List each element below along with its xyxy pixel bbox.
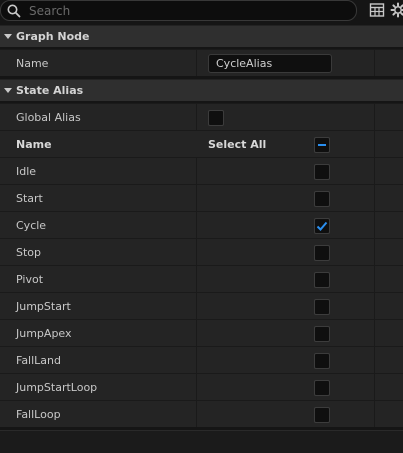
state-row: FallLoop [0, 400, 403, 427]
state-checkbox[interactable] [314, 380, 330, 396]
property-row-global-alias: Global Alias [0, 103, 403, 130]
column-divider [374, 401, 375, 427]
state-row: Pivot [0, 265, 403, 292]
column-divider [374, 158, 375, 184]
state-checkbox[interactable] [314, 353, 330, 369]
select-all-checkbox[interactable] [314, 137, 330, 153]
column-divider[interactable] [196, 293, 197, 319]
checkmark-icon [316, 221, 328, 231]
state-row: FallLand [0, 346, 403, 373]
column-divider[interactable] [196, 185, 197, 211]
state-name-label: FallLand [16, 354, 61, 367]
property-row-name: Name [0, 49, 403, 76]
category-title: State Alias [16, 84, 84, 97]
state-checkbox[interactable] [314, 245, 330, 261]
state-list-header: Name Select All [0, 130, 403, 157]
name-column-header: Name [16, 138, 52, 151]
state-row: JumpStartLoop [0, 373, 403, 400]
column-divider [374, 212, 375, 238]
state-checkbox[interactable] [314, 326, 330, 342]
column-divider [374, 347, 375, 373]
column-divider[interactable] [196, 212, 197, 238]
state-name-label: Pivot [16, 273, 44, 286]
category-graph-node[interactable]: Graph Node [0, 25, 403, 47]
column-divider [374, 374, 375, 400]
state-checkbox[interactable] [314, 191, 330, 207]
column-divider [374, 104, 375, 130]
column-divider[interactable] [196, 239, 197, 265]
state-name-label: JumpStartLoop [16, 381, 98, 394]
state-row: Stop [0, 238, 403, 265]
state-checkbox[interactable] [314, 407, 330, 423]
column-divider [374, 320, 375, 346]
state-name-label: Start [16, 192, 43, 205]
column-divider[interactable] [196, 401, 197, 427]
state-name-label: Stop [16, 246, 42, 259]
column-divider[interactable] [196, 158, 197, 184]
select-all-label: Select All [208, 138, 267, 151]
column-divider [374, 50, 375, 76]
state-row: Start [0, 184, 403, 211]
column-divider[interactable] [196, 266, 197, 292]
column-divider[interactable] [196, 374, 197, 400]
state-name-label: JumpApex [16, 327, 72, 340]
category-state-alias[interactable]: State Alias [0, 79, 403, 101]
column-divider[interactable] [196, 104, 197, 130]
details-panel: Graph Node Name State Alias Global Alias… [0, 0, 403, 453]
state-name-label: Cycle [16, 219, 47, 232]
panel-footer [0, 430, 403, 453]
column-divider [374, 131, 375, 157]
state-checkbox[interactable] [314, 164, 330, 180]
global-alias-checkbox[interactable] [208, 110, 224, 126]
search-toolbar [0, 0, 403, 22]
property-label: Global Alias [16, 111, 81, 124]
state-checkbox[interactable] [314, 272, 330, 288]
node-name-input[interactable] [208, 54, 332, 73]
state-row: JumpApex [0, 319, 403, 346]
state-row: JumpStart [0, 292, 403, 319]
state-name-label: JumpStart [16, 300, 71, 313]
collapse-arrow-icon [4, 88, 12, 93]
column-divider[interactable] [196, 320, 197, 346]
category-title: Graph Node [16, 30, 90, 43]
search-box[interactable] [0, 0, 357, 21]
state-row: Idle [0, 157, 403, 184]
column-divider[interactable] [196, 347, 197, 373]
state-row: Cycle [0, 211, 403, 238]
state-checkbox[interactable] [314, 299, 330, 315]
column-divider[interactable] [196, 50, 197, 76]
search-input[interactable] [29, 3, 349, 19]
search-icon [7, 4, 21, 18]
column-divider [374, 266, 375, 292]
table-icon[interactable] [369, 2, 385, 18]
state-name-label: Idle [16, 165, 37, 178]
column-divider [374, 239, 375, 265]
state-name-label: FallLoop [16, 408, 61, 421]
column-divider [374, 185, 375, 211]
property-label: Name [16, 57, 49, 70]
state-checkbox[interactable] [314, 218, 330, 234]
column-divider [374, 293, 375, 319]
settings-icon[interactable] [390, 2, 403, 18]
collapse-arrow-icon [4, 34, 12, 39]
